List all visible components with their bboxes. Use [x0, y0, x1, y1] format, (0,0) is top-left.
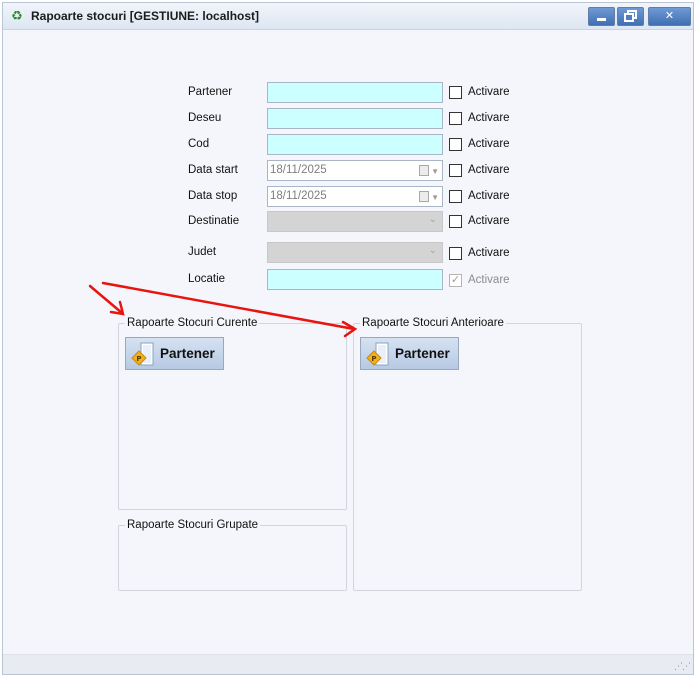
arrow-to-anterioare [101, 281, 356, 331]
annotation-arrows [88, 281, 358, 338]
arrow-to-curente [88, 284, 124, 315]
